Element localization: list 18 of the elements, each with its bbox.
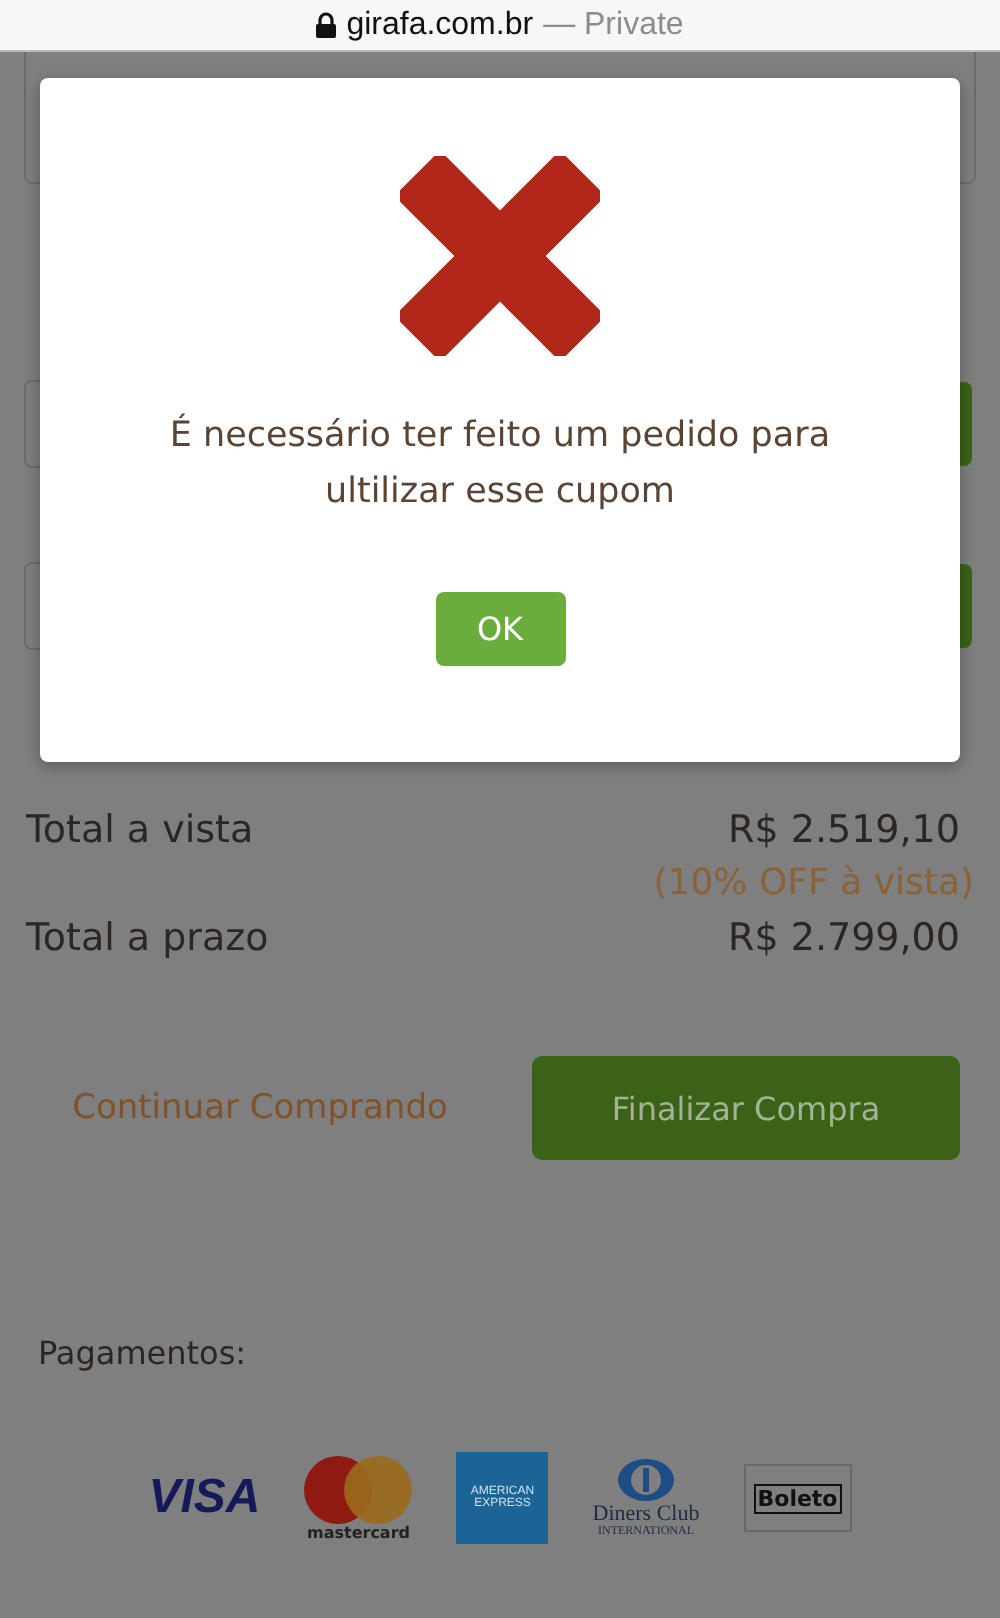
address-bar[interactable]: girafa.com.br — Private <box>0 0 1000 52</box>
continue-shopping-link[interactable]: Continuar Comprando <box>40 1088 480 1128</box>
visa-logo: VISA <box>148 1470 261 1526</box>
browsing-mode: — Private <box>543 7 684 43</box>
lock-icon <box>316 12 337 38</box>
payments-title: Pagamentos: <box>38 1334 249 1372</box>
ok-button[interactable]: OK <box>435 592 565 666</box>
mastercard-logo: mastercard <box>304 1455 413 1541</box>
discount-note: (10% OFF à vista) <box>653 860 974 908</box>
error-x-icon <box>400 156 600 356</box>
boleto-logo: Boleto <box>743 1464 852 1532</box>
dialog-message: É necessário ter feito um pedido para ultilizar esse cupom <box>167 411 833 516</box>
checkout-button[interactable]: Finalizar Compra <box>532 1056 960 1160</box>
total-label: Total a prazo <box>26 914 269 964</box>
total-value: R$ 2.799,00 <box>728 914 960 964</box>
total-label: Total a vista <box>26 806 254 856</box>
total-value: R$ 2.519,10 <box>728 806 960 856</box>
address-domain: girafa.com.br <box>346 7 534 43</box>
